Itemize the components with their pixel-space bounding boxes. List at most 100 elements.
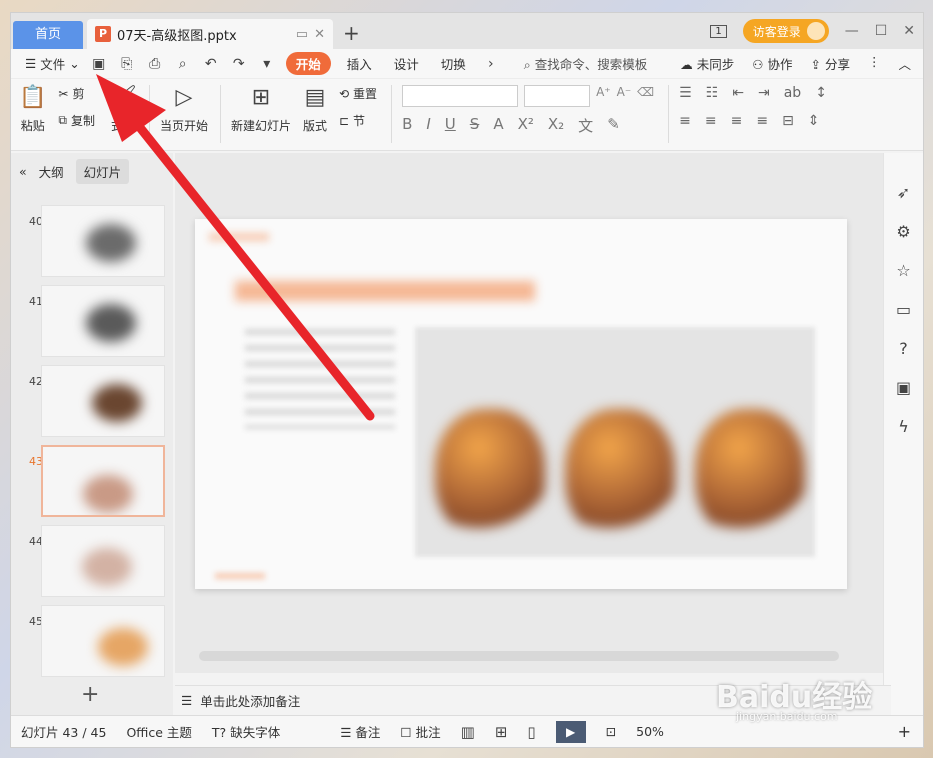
line-spacing-icon[interactable]: ↕ <box>815 85 827 101</box>
font-color-icon[interactable]: A <box>493 115 503 136</box>
star-icon[interactable]: ☆ <box>896 261 910 280</box>
slide-footer-mark <box>215 573 265 579</box>
current-slide[interactable] <box>195 219 847 589</box>
more-icon[interactable]: ⋮ <box>868 54 881 73</box>
redo-icon[interactable]: ↷ <box>230 56 248 72</box>
text-direction-icon[interactable]: ab <box>784 85 801 101</box>
normal-view-icon[interactable]: ▥ <box>461 723 475 741</box>
undo-icon[interactable]: ↶ <box>202 56 220 72</box>
rocket-icon[interactable]: ➶ <box>897 183 910 202</box>
tab-slides[interactable]: 幻灯片 <box>75 158 130 184</box>
superscript-icon[interactable]: X² <box>518 115 534 136</box>
cut-button[interactable]: ✂ 剪 <box>58 85 95 102</box>
font-family-select[interactable] <box>402 85 519 107</box>
collapse-panel-icon[interactable]: « <box>19 164 27 179</box>
home-tab[interactable]: 首页 <box>13 21 83 49</box>
slide-counter: 幻灯片 43 / 45 <box>21 725 107 740</box>
theme-name[interactable]: Office 主题 <box>126 722 191 741</box>
reading-view-icon[interactable]: ▯ <box>527 723 535 741</box>
tab-start[interactable]: 开始 <box>285 52 331 75</box>
tab-transition[interactable]: 切换 <box>435 54 472 73</box>
comment-icon: ☐ <box>400 725 412 740</box>
slide-thumbnail-active[interactable] <box>41 445 165 517</box>
slide-thumbnail[interactable] <box>41 205 165 277</box>
align-right-icon[interactable]: ≡ <box>731 113 743 129</box>
paste-button[interactable]: 📋 粘贴 <box>19 85 46 134</box>
tab-outline[interactable]: 大纲 <box>39 162 64 181</box>
help-icon[interactable]: ? <box>899 339 908 358</box>
distribute-icon[interactable]: ⊟ <box>782 113 794 129</box>
tab-insert[interactable]: 插入 <box>341 54 378 73</box>
font-size-select[interactable] <box>524 85 591 107</box>
strikethrough-icon[interactable]: S <box>470 115 480 136</box>
reset-button[interactable]: ⟲ 重置 <box>339 85 377 102</box>
properties-icon[interactable]: ⚙ <box>896 222 910 241</box>
file-menu-button[interactable]: ☰ 文件 ⌄ <box>25 54 80 73</box>
grid-view-icon[interactable]: ⊞ <box>495 723 508 741</box>
guest-login-button[interactable]: 访客登录 <box>742 19 829 43</box>
new-slide-button[interactable]: ⊞ 新建幻灯片 <box>231 85 291 134</box>
minimize-icon[interactable]: — <box>845 23 859 39</box>
fit-window-icon[interactable]: ⊡ <box>606 724 616 739</box>
print-preview-icon[interactable]: ⌕ <box>174 56 192 72</box>
align-left-icon[interactable]: ≡ <box>679 113 691 129</box>
zoom-in-icon[interactable]: + <box>898 722 911 741</box>
indent-icon[interactable]: ⇥ <box>758 85 770 101</box>
slideshow-play-button[interactable]: ▶ <box>555 720 586 743</box>
collapse-ribbon-icon[interactable]: ︿ <box>898 54 911 73</box>
slide-thumbnail[interactable] <box>41 365 165 437</box>
new-tab-icon[interactable]: + <box>343 21 360 45</box>
close-window-icon[interactable]: ✕ <box>903 23 915 39</box>
outdent-icon[interactable]: ⇤ <box>732 85 744 101</box>
comment-button[interactable]: ☐ 批注 <box>400 722 440 741</box>
window-count-badge[interactable]: 1 <box>710 24 727 38</box>
decrease-font-icon[interactable]: A⁻ <box>617 85 632 107</box>
tab-design[interactable]: 设计 <box>388 54 425 73</box>
add-slide-icon[interactable]: + <box>81 682 99 707</box>
align-center-icon[interactable]: ≡ <box>705 113 717 129</box>
layout-button[interactable]: ▤ 版式 <box>303 85 327 134</box>
slide-thumbnail[interactable] <box>41 285 165 357</box>
italic-icon[interactable]: I <box>426 115 430 136</box>
horizontal-scrollbar[interactable] <box>199 651 839 661</box>
more-tabs-icon[interactable]: › <box>482 56 500 72</box>
bold-icon[interactable]: B <box>402 115 412 136</box>
play-current-button[interactable]: ▷ 当页开始 <box>160 85 208 134</box>
lightning-icon[interactable]: ϟ <box>898 417 909 436</box>
zoom-level[interactable]: 50% <box>636 724 664 739</box>
highlight-icon[interactable]: ✎ <box>607 115 620 136</box>
export-pdf-icon[interactable]: ⎘ <box>118 56 136 72</box>
slide-thumbnail[interactable] <box>41 605 165 677</box>
bullet-list-icon[interactable]: ☰ <box>679 85 692 101</box>
underline-icon[interactable]: U <box>445 115 456 136</box>
numbered-list-icon[interactable]: ☷ <box>706 85 719 101</box>
increase-font-icon[interactable]: A⁺ <box>596 85 611 107</box>
phonetic-icon[interactable]: 文 <box>578 115 593 136</box>
image-tool-icon[interactable]: ▣ <box>896 378 911 397</box>
save-icon[interactable]: ▣ <box>90 56 108 72</box>
close-tab-icon[interactable]: ✕ <box>314 27 325 42</box>
slide-thumbnail[interactable] <box>41 525 165 597</box>
print-icon[interactable]: ⎙ <box>146 56 164 72</box>
maximize-icon[interactable]: ☐ <box>875 23 888 39</box>
cloud-icon: ☁ <box>680 57 693 72</box>
document-tab[interactable]: P 07天-高级抠图.pptx ▭ ✕ <box>87 19 333 49</box>
pin-window-icon[interactable]: ▭ <box>296 27 308 42</box>
slideshow-icon[interactable]: ▭ <box>896 300 911 319</box>
notes-toggle-button[interactable]: ☰ 备注 <box>340 722 380 741</box>
subscript-icon[interactable]: X₂ <box>548 115 564 136</box>
clear-format-icon[interactable]: ⌫ <box>637 85 654 107</box>
copy-button[interactable]: ⧉ 复制 <box>58 112 95 129</box>
missing-font-button[interactable]: T? 缺失字体 <box>212 722 280 741</box>
justify-icon[interactable]: ≡ <box>756 113 768 129</box>
slide-canvas[interactable] <box>175 153 891 673</box>
font-group: A⁺ A⁻ ⌫ B I U S A X² X₂ 文 ✎ <box>402 85 654 136</box>
format-painter-button[interactable]: 🖌 式刷 <box>109 85 137 134</box>
command-search[interactable]: ⌕ 查找命令、搜索模板 <box>524 54 648 73</box>
collab-button[interactable]: ⚇ 协作 <box>752 54 792 73</box>
vertical-align-icon[interactable]: ⇕ <box>808 113 820 129</box>
section-button[interactable]: ⊏ 节 <box>339 112 377 129</box>
customize-toolbar-icon[interactable]: ▾ <box>258 56 276 72</box>
sync-button[interactable]: ☁ 未同步 <box>680 54 734 73</box>
share-button[interactable]: ⇪ 分享 <box>811 54 850 73</box>
